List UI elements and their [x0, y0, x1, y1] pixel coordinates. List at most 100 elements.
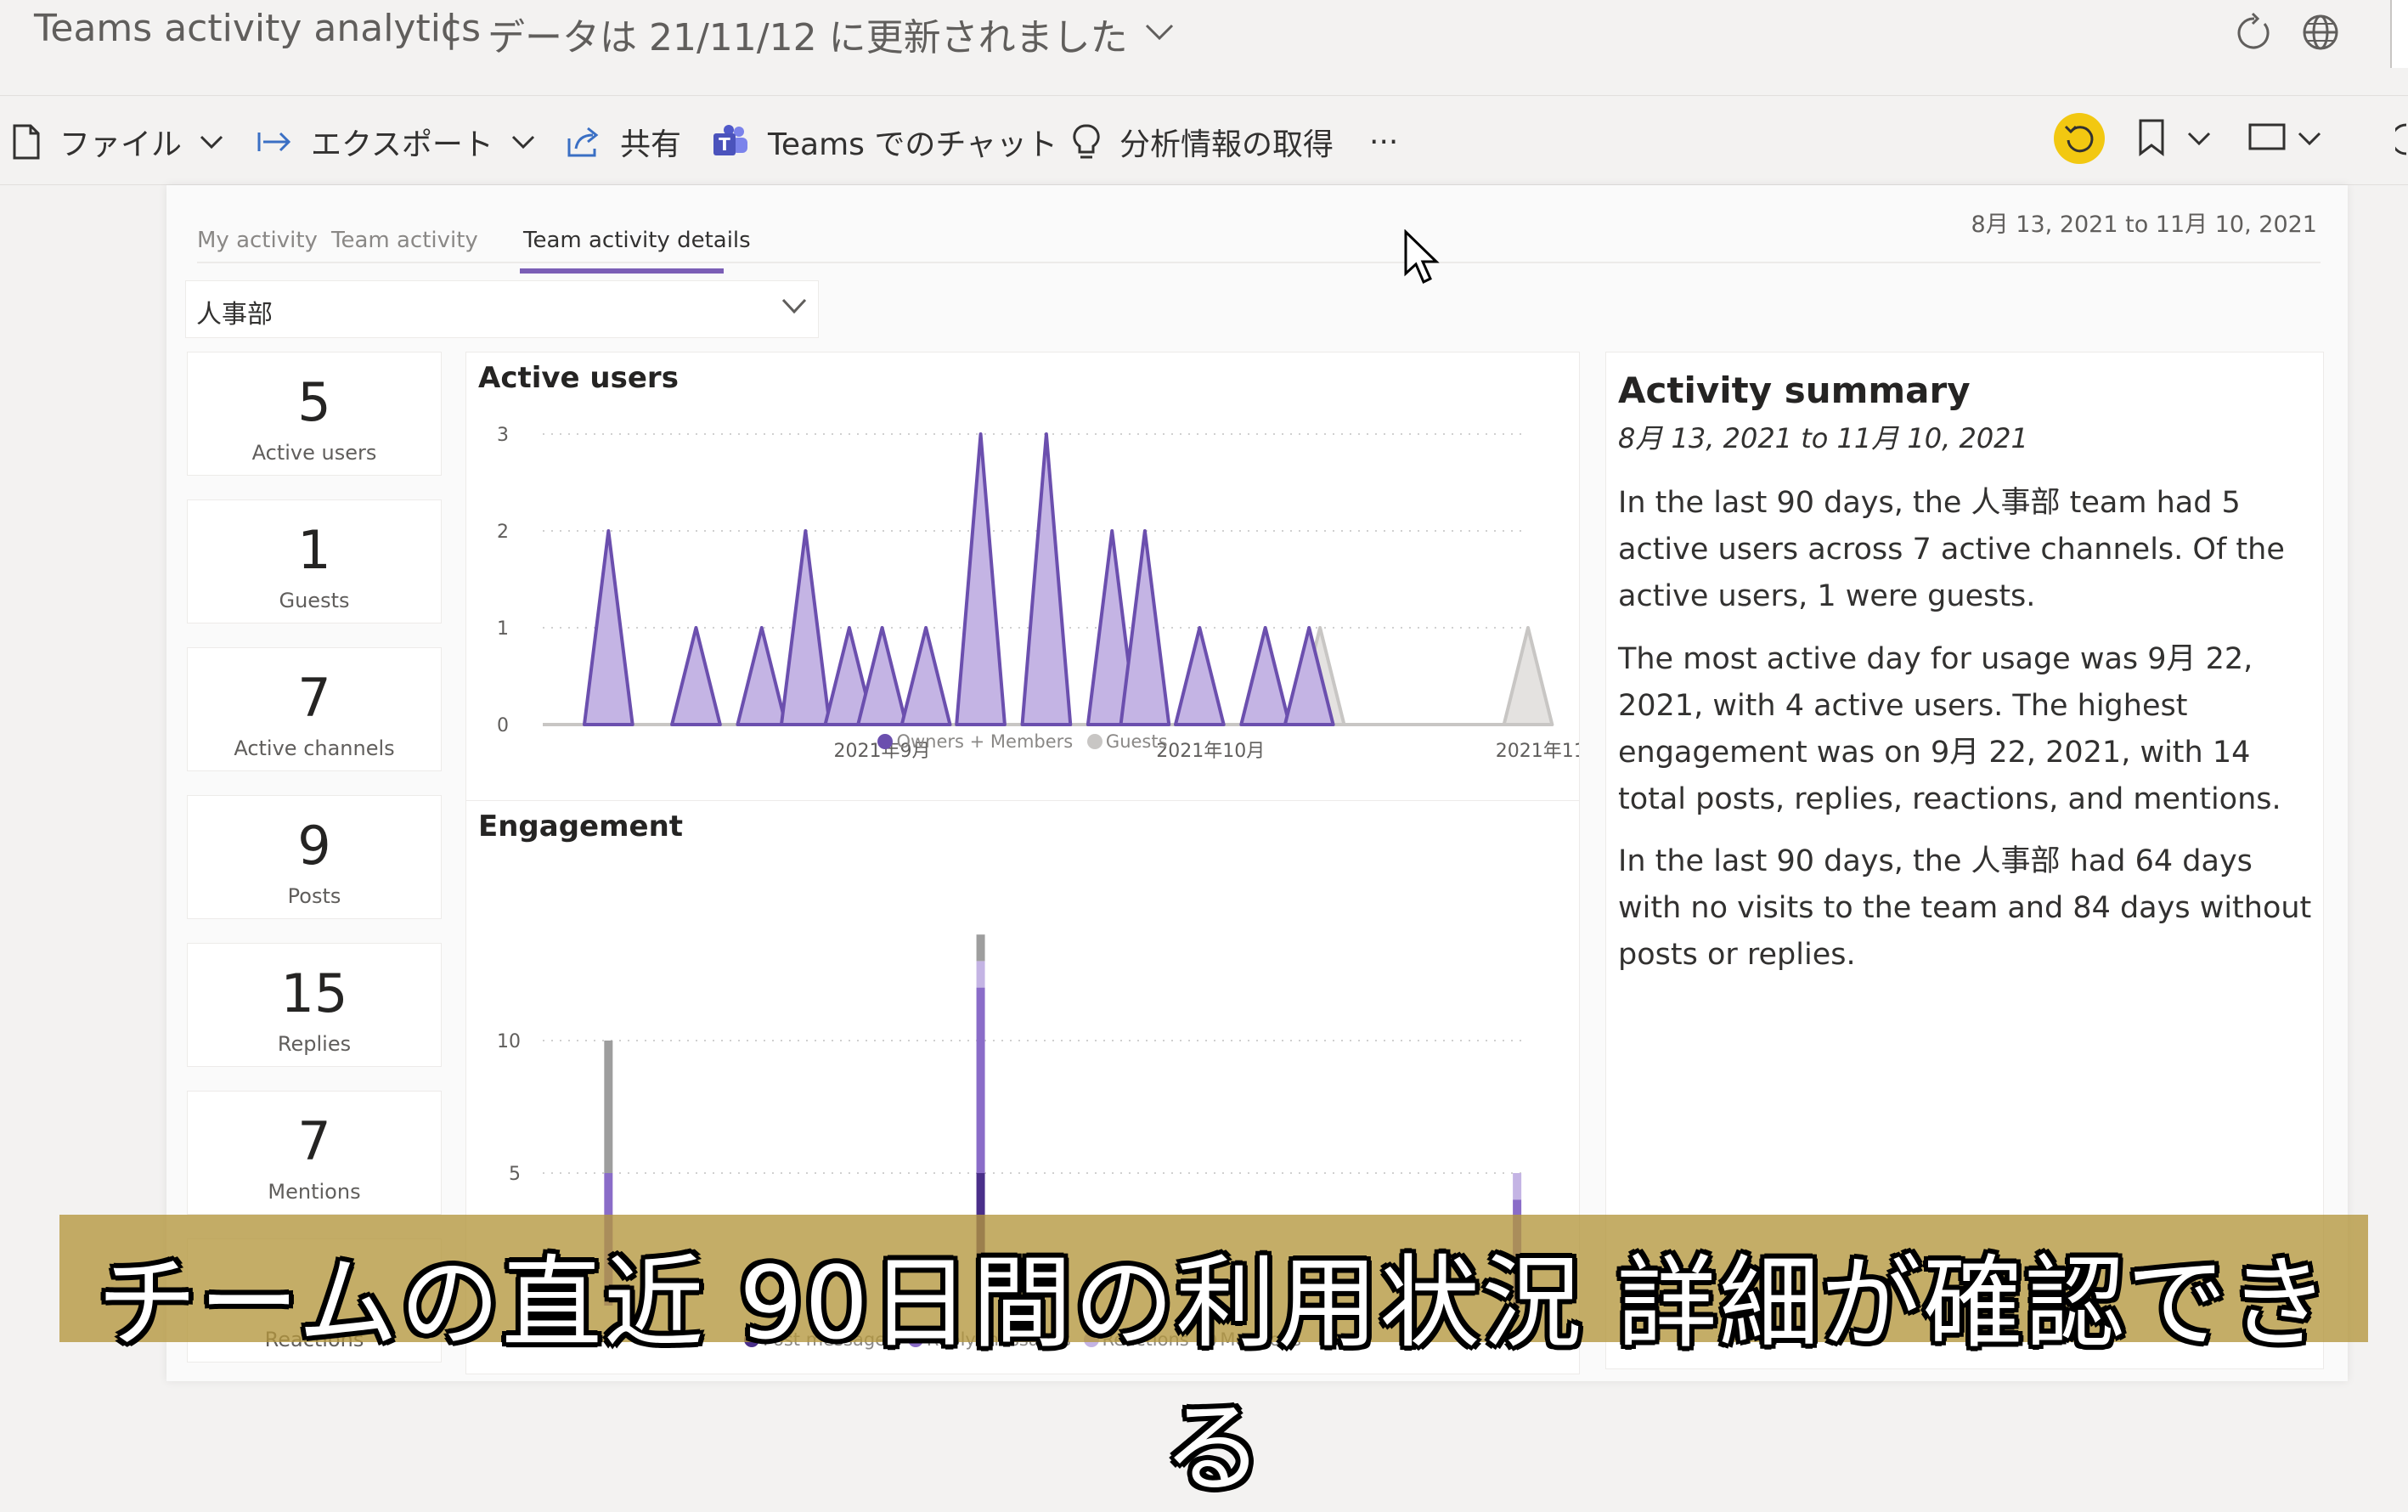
reset-button[interactable] — [2054, 113, 2105, 164]
video-caption: チームの直近 90日間の利用状況 詳細が確認できる — [59, 1215, 2368, 1507]
team-dropdown-value: 人事部 — [196, 300, 273, 330]
y-tick-label: 1 — [497, 618, 509, 640]
kpi-mentions: 7 Mentions — [187, 1091, 442, 1215]
kpi-label: Posts — [287, 884, 341, 908]
refresh-partial-icon[interactable] — [2395, 120, 2407, 159]
engagement-bar-mention — [976, 934, 985, 962]
date-range-label: 8月 13, 2021 to 11月 10, 2021 — [1971, 212, 2317, 238]
team-dropdown[interactable]: 人事部 — [185, 280, 819, 338]
kpi-value: 15 — [280, 962, 348, 1024]
lightbulb-icon — [1073, 124, 1100, 159]
chevron-down-icon — [200, 135, 223, 150]
chevron-down-icon[interactable] — [2186, 130, 2212, 147]
globe-icon[interactable] — [2300, 12, 2341, 53]
teams-chat-label: Teams でのチャット — [768, 127, 1057, 162]
tab-team-activity[interactable]: Team activity — [331, 228, 478, 253]
file-icon — [13, 124, 40, 160]
chart-title: Active users — [478, 361, 679, 395]
members-peak — [899, 626, 952, 726]
kpi-guests: 1 Guests — [187, 499, 442, 623]
report-canvas: My activity Team activity Team activity … — [166, 185, 2348, 1381]
kpi-label: Active users — [251, 441, 377, 465]
summary-paragraph: The most active day for usage was 9月 22,… — [1618, 642, 2281, 816]
members-peak — [955, 432, 1007, 726]
more-options-button[interactable]: ··· — [1369, 120, 1398, 164]
view-icon[interactable] — [2247, 120, 2287, 154]
share-button[interactable]: 共有 — [566, 120, 681, 164]
kpi-replies: 15 Replies — [187, 943, 442, 1067]
y-tick-label: 3 — [497, 425, 509, 446]
app-title: Teams activity analytics — [34, 7, 482, 50]
chevron-down-icon — [781, 298, 807, 314]
tab-my-activity[interactable]: My activity — [197, 228, 318, 253]
legend-label: Owners + Members — [896, 731, 1074, 752]
kpi-label: Guests — [279, 589, 350, 612]
summary-date-range: 8月 13, 2021 to 11月 10, 2021 — [1618, 422, 2028, 454]
members-peak — [1239, 626, 1292, 726]
members-peak — [670, 626, 722, 726]
share-icon — [567, 127, 599, 157]
data-updated-label[interactable]: データは 21/11/12 に更新されました — [488, 7, 1128, 61]
members-peak — [779, 529, 832, 726]
active-tab-indicator — [520, 268, 724, 274]
members-peak — [1020, 432, 1073, 726]
share-label: 共有 — [620, 127, 682, 162]
undo-icon — [2064, 125, 2094, 153]
chevron-down-icon — [511, 135, 534, 150]
caption-text: チームの直近 90日間の利用状況 詳細が確認できる — [97, 1244, 2331, 1507]
more-options-icon: ··· — [1369, 124, 1399, 160]
members-peak — [1119, 529, 1171, 726]
engagement-bar-reaction — [1513, 1173, 1522, 1200]
legend-label: Guests — [1105, 731, 1168, 752]
teams-chat-button[interactable]: T Teams でのチャット — [712, 120, 1057, 164]
svg-text:T: T — [719, 134, 730, 155]
title-bar: Teams activity analytics | データは 21/11/12… — [0, 0, 2408, 96]
summary-paragraph: In the last 90 days, the 人事部 had 64 days… — [1618, 844, 2312, 972]
tab-team-activity-details[interactable]: Team activity details — [523, 228, 751, 253]
kpi-label: Mentions — [268, 1180, 361, 1204]
refresh-icon[interactable] — [2232, 12, 2273, 53]
members-peak — [1173, 626, 1226, 726]
guests-peak — [1502, 626, 1554, 726]
summary-paragraph: In the last 90 days, the 人事部 team had 5 … — [1618, 486, 2285, 613]
mouse-cursor-icon — [1404, 229, 1440, 285]
kpi-value: 7 — [297, 667, 331, 729]
get-insights-label: 分析情報の取得 — [1119, 127, 1334, 162]
kpi-label: Replies — [277, 1032, 352, 1056]
active-users-chart: 01232021年9月2021年10月2021年11月 — [497, 425, 1579, 762]
export-arrow-icon — [257, 132, 291, 152]
chevron-down-icon[interactable] — [1143, 17, 1176, 46]
file-menu[interactable]: ファイル — [12, 120, 243, 164]
members-peak — [582, 529, 634, 726]
export-menu[interactable]: エクスポート — [257, 120, 555, 164]
engagement-bar-reaction — [976, 961, 985, 988]
kpi-value: 5 — [297, 371, 331, 433]
report-toolbar: ファイル エクスポート 共有 T Teams でのチャット 分析情報の取得 ··… — [0, 96, 2408, 185]
export-menu-label: エクスポート — [311, 127, 493, 162]
kpi-value: 7 — [297, 1110, 331, 1172]
kpi-posts: 9 Posts — [187, 795, 442, 919]
chevron-down-icon[interactable] — [2297, 130, 2322, 147]
file-menu-label: ファイル — [59, 127, 183, 162]
engagement-bar-reply — [976, 987, 985, 1173]
chart-legend: Owners + Members Guests — [466, 731, 1579, 752]
kpi-active-users: 5 Active users — [187, 352, 442, 476]
kpi-active-channels: 7 Active channels — [187, 647, 442, 771]
members-peak — [736, 626, 788, 726]
y-tick-label: 5 — [509, 1164, 521, 1185]
title-separator: | — [445, 7, 458, 50]
window-edge — [2390, 0, 2408, 68]
legend-swatch — [1086, 734, 1102, 749]
legend-swatch — [877, 734, 894, 749]
y-tick-label: 10 — [497, 1031, 521, 1052]
members-peak — [856, 626, 908, 726]
summary-title: Activity summary — [1618, 370, 1971, 411]
y-tick-label: 2 — [497, 522, 509, 543]
bookmark-icon[interactable] — [2137, 118, 2166, 157]
kpi-label: Active channels — [234, 736, 395, 760]
engagement-bar-mention — [604, 1041, 613, 1173]
teams-logo-icon: T — [713, 125, 747, 155]
kpi-value: 9 — [297, 815, 331, 877]
get-insights-button[interactable]: 分析情報の取得 — [1072, 120, 1334, 164]
kpi-value: 1 — [297, 519, 331, 581]
